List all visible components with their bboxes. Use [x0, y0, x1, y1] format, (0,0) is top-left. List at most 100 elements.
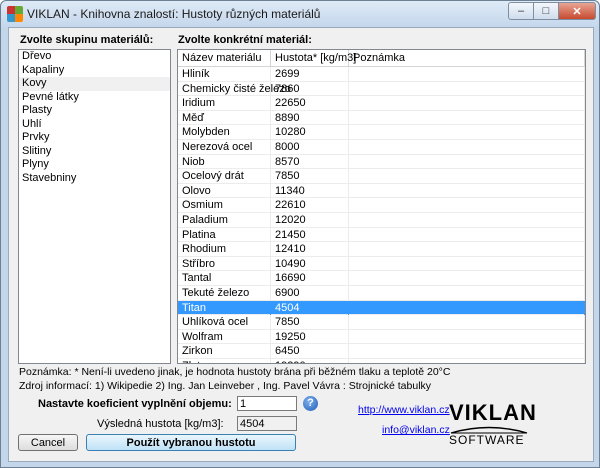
app-window: VIKLAN - Knihovna znalostí: Hustoty různ… [0, 0, 600, 468]
density-cell: 11340 [271, 183, 349, 198]
note-cell [349, 271, 585, 286]
table-row[interactable]: Olovo 11340 [178, 183, 585, 199]
source-info: Zdroj informací: 1) Wikipedie 2) Ing. Ja… [19, 380, 432, 392]
note-cell [349, 315, 585, 330]
column-header-name[interactable]: Název materiálu [178, 50, 271, 66]
table-row[interactable]: Titan 4504 [178, 300, 585, 316]
material-name-cell: Stříbro [178, 256, 271, 271]
group-item[interactable]: Prvky [19, 131, 170, 145]
density-cell: 16690 [271, 271, 349, 286]
density-cell: 12410 [271, 242, 349, 257]
material-name-cell: Ocelový drát [178, 169, 271, 184]
table-row[interactable]: Ocelový drát 7850 [178, 169, 585, 184]
group-item[interactable]: Dřevo [19, 50, 170, 64]
minimize-button[interactable]: – [508, 2, 534, 20]
density-note: Poznámka: * Není-li uvedeno jinak, je ho… [19, 366, 451, 378]
fill-coefficient-label: Nastavte koeficient vyplnění objemu: [38, 398, 232, 410]
density-cell: 7850 [271, 315, 349, 330]
material-name-cell: Molybden [178, 125, 271, 140]
table-row[interactable]: Stříbro 10490 [178, 256, 585, 272]
group-item[interactable]: Uhlí [19, 118, 170, 132]
material-name-cell: Osmium [178, 198, 271, 213]
density-cell: 7860 [271, 81, 349, 96]
close-button[interactable]: ✕ [558, 2, 596, 20]
table-row[interactable]: Iridium 22650 [178, 96, 585, 111]
material-name-cell: Iridium [178, 96, 271, 111]
grid-body: Hliník 2699 Chemicky čisté železo 7860 Iridi… [178, 67, 585, 363]
table-row[interactable]: Zlato19290 [178, 358, 585, 363]
logo-subtitle: SOFTWARE [449, 433, 525, 447]
note-cell [349, 169, 585, 184]
result-density-field [237, 416, 297, 431]
material-name-cell: Platina [178, 227, 271, 242]
cancel-button[interactable]: Cancel [18, 434, 78, 451]
material-name-cell: Zlato [178, 358, 271, 363]
density-cell: 4504 [271, 300, 349, 315]
table-row[interactable]: Osmium 22610 [178, 198, 585, 213]
note-cell [349, 154, 585, 169]
fill-coefficient-input[interactable] [237, 396, 297, 411]
table-row[interactable]: Niob 8570 [178, 154, 585, 170]
table-row[interactable]: Wolfram 19250 [178, 329, 585, 345]
table-row[interactable]: Nerezová ocel 8000 [178, 139, 585, 155]
group-item[interactable]: Slitiny [19, 145, 170, 159]
minimize-icon: – [517, 5, 525, 17]
table-row[interactable]: Zirkon 6450 [178, 344, 585, 359]
group-item[interactable]: Pevné látky [19, 91, 170, 105]
density-cell: 8890 [271, 110, 349, 125]
email-link[interactable]: info@viklan.cz [382, 424, 450, 436]
note-cell [349, 198, 585, 213]
density-cell: 6450 [271, 344, 349, 359]
website-link[interactable]: http://www.viklan.cz [358, 404, 450, 416]
note-cell [349, 212, 585, 227]
note-cell [349, 285, 585, 300]
note-cell [349, 256, 585, 271]
help-icon[interactable]: ? [303, 396, 318, 411]
material-name-cell: Paladium [178, 212, 271, 227]
table-row[interactable]: Tekuté železo 6900 [178, 285, 585, 301]
material-group-list[interactable]: Dřevo Kapaliny Kovy Pevné látky Plasty Uhlí Pr… [18, 49, 171, 364]
density-cell: 10490 [271, 256, 349, 271]
apply-density-button[interactable]: Použít vybranou hustotu [86, 434, 296, 451]
table-row[interactable]: Měď 8890 [178, 110, 585, 126]
group-item[interactable]: Stavebniny [19, 172, 170, 186]
table-row[interactable]: Platina 21450 [178, 227, 585, 243]
table-row[interactable]: Hliník 2699 [178, 67, 585, 82]
maximize-button[interactable]: □ [533, 2, 559, 20]
group-item[interactable]: Plyny [19, 158, 170, 172]
material-name-cell: Wolfram [178, 329, 271, 344]
note-cell [349, 96, 585, 111]
density-cell: 6900 [271, 285, 349, 300]
grid-header: Název materiálu Hustota* [kg/m3] Poznámk… [178, 50, 585, 67]
density-cell: 10280 [271, 125, 349, 140]
note-cell [349, 110, 585, 125]
table-row[interactable]: Tantal 16690 [178, 271, 585, 286]
materials-grid[interactable]: Název materiálu Hustota* [kg/m3] Poznámk… [177, 49, 586, 364]
title-bar[interactable]: VIKLAN - Knihovna znalostí: Hustoty různ… [1, 1, 599, 27]
table-row[interactable]: Uhlíková ocel 7850 [178, 315, 585, 330]
table-row[interactable]: Rhodium 12410 [178, 242, 585, 257]
density-cell: 8570 [271, 154, 349, 169]
table-row[interactable]: Chemicky čisté železo 7860 [178, 81, 585, 97]
material-name-cell: Uhlíková ocel [178, 315, 271, 330]
column-header-note[interactable]: Poznámka [349, 50, 585, 66]
result-density-label: Výsledná hustota [kg/m3]: [97, 418, 224, 430]
density-cell: 8000 [271, 139, 349, 154]
group-item[interactable]: Plasty [19, 104, 170, 118]
viklan-logo: VIKLAN SOFTWARE [449, 400, 536, 448]
material-name-cell: Měď [178, 110, 271, 125]
density-cell: 22610 [271, 198, 349, 213]
density-cell: 22650 [271, 96, 349, 111]
material-name-cell: Hliník [178, 67, 271, 81]
material-name-cell: Tantal [178, 271, 271, 286]
density-cell: 7850 [271, 169, 349, 184]
column-header-density[interactable]: Hustota* [kg/m3] [271, 50, 356, 66]
group-item[interactable]: Kapaliny [19, 64, 170, 78]
material-name-cell: Titan [178, 300, 271, 315]
density-cell: 2699 [271, 67, 349, 81]
group-item[interactable]: Kovy [19, 77, 170, 91]
note-cell [349, 67, 585, 81]
table-row[interactable]: Molybden 10280 [178, 125, 585, 140]
material-name-cell: Olovo [178, 183, 271, 198]
table-row[interactable]: Paladium 12020 [178, 212, 585, 228]
